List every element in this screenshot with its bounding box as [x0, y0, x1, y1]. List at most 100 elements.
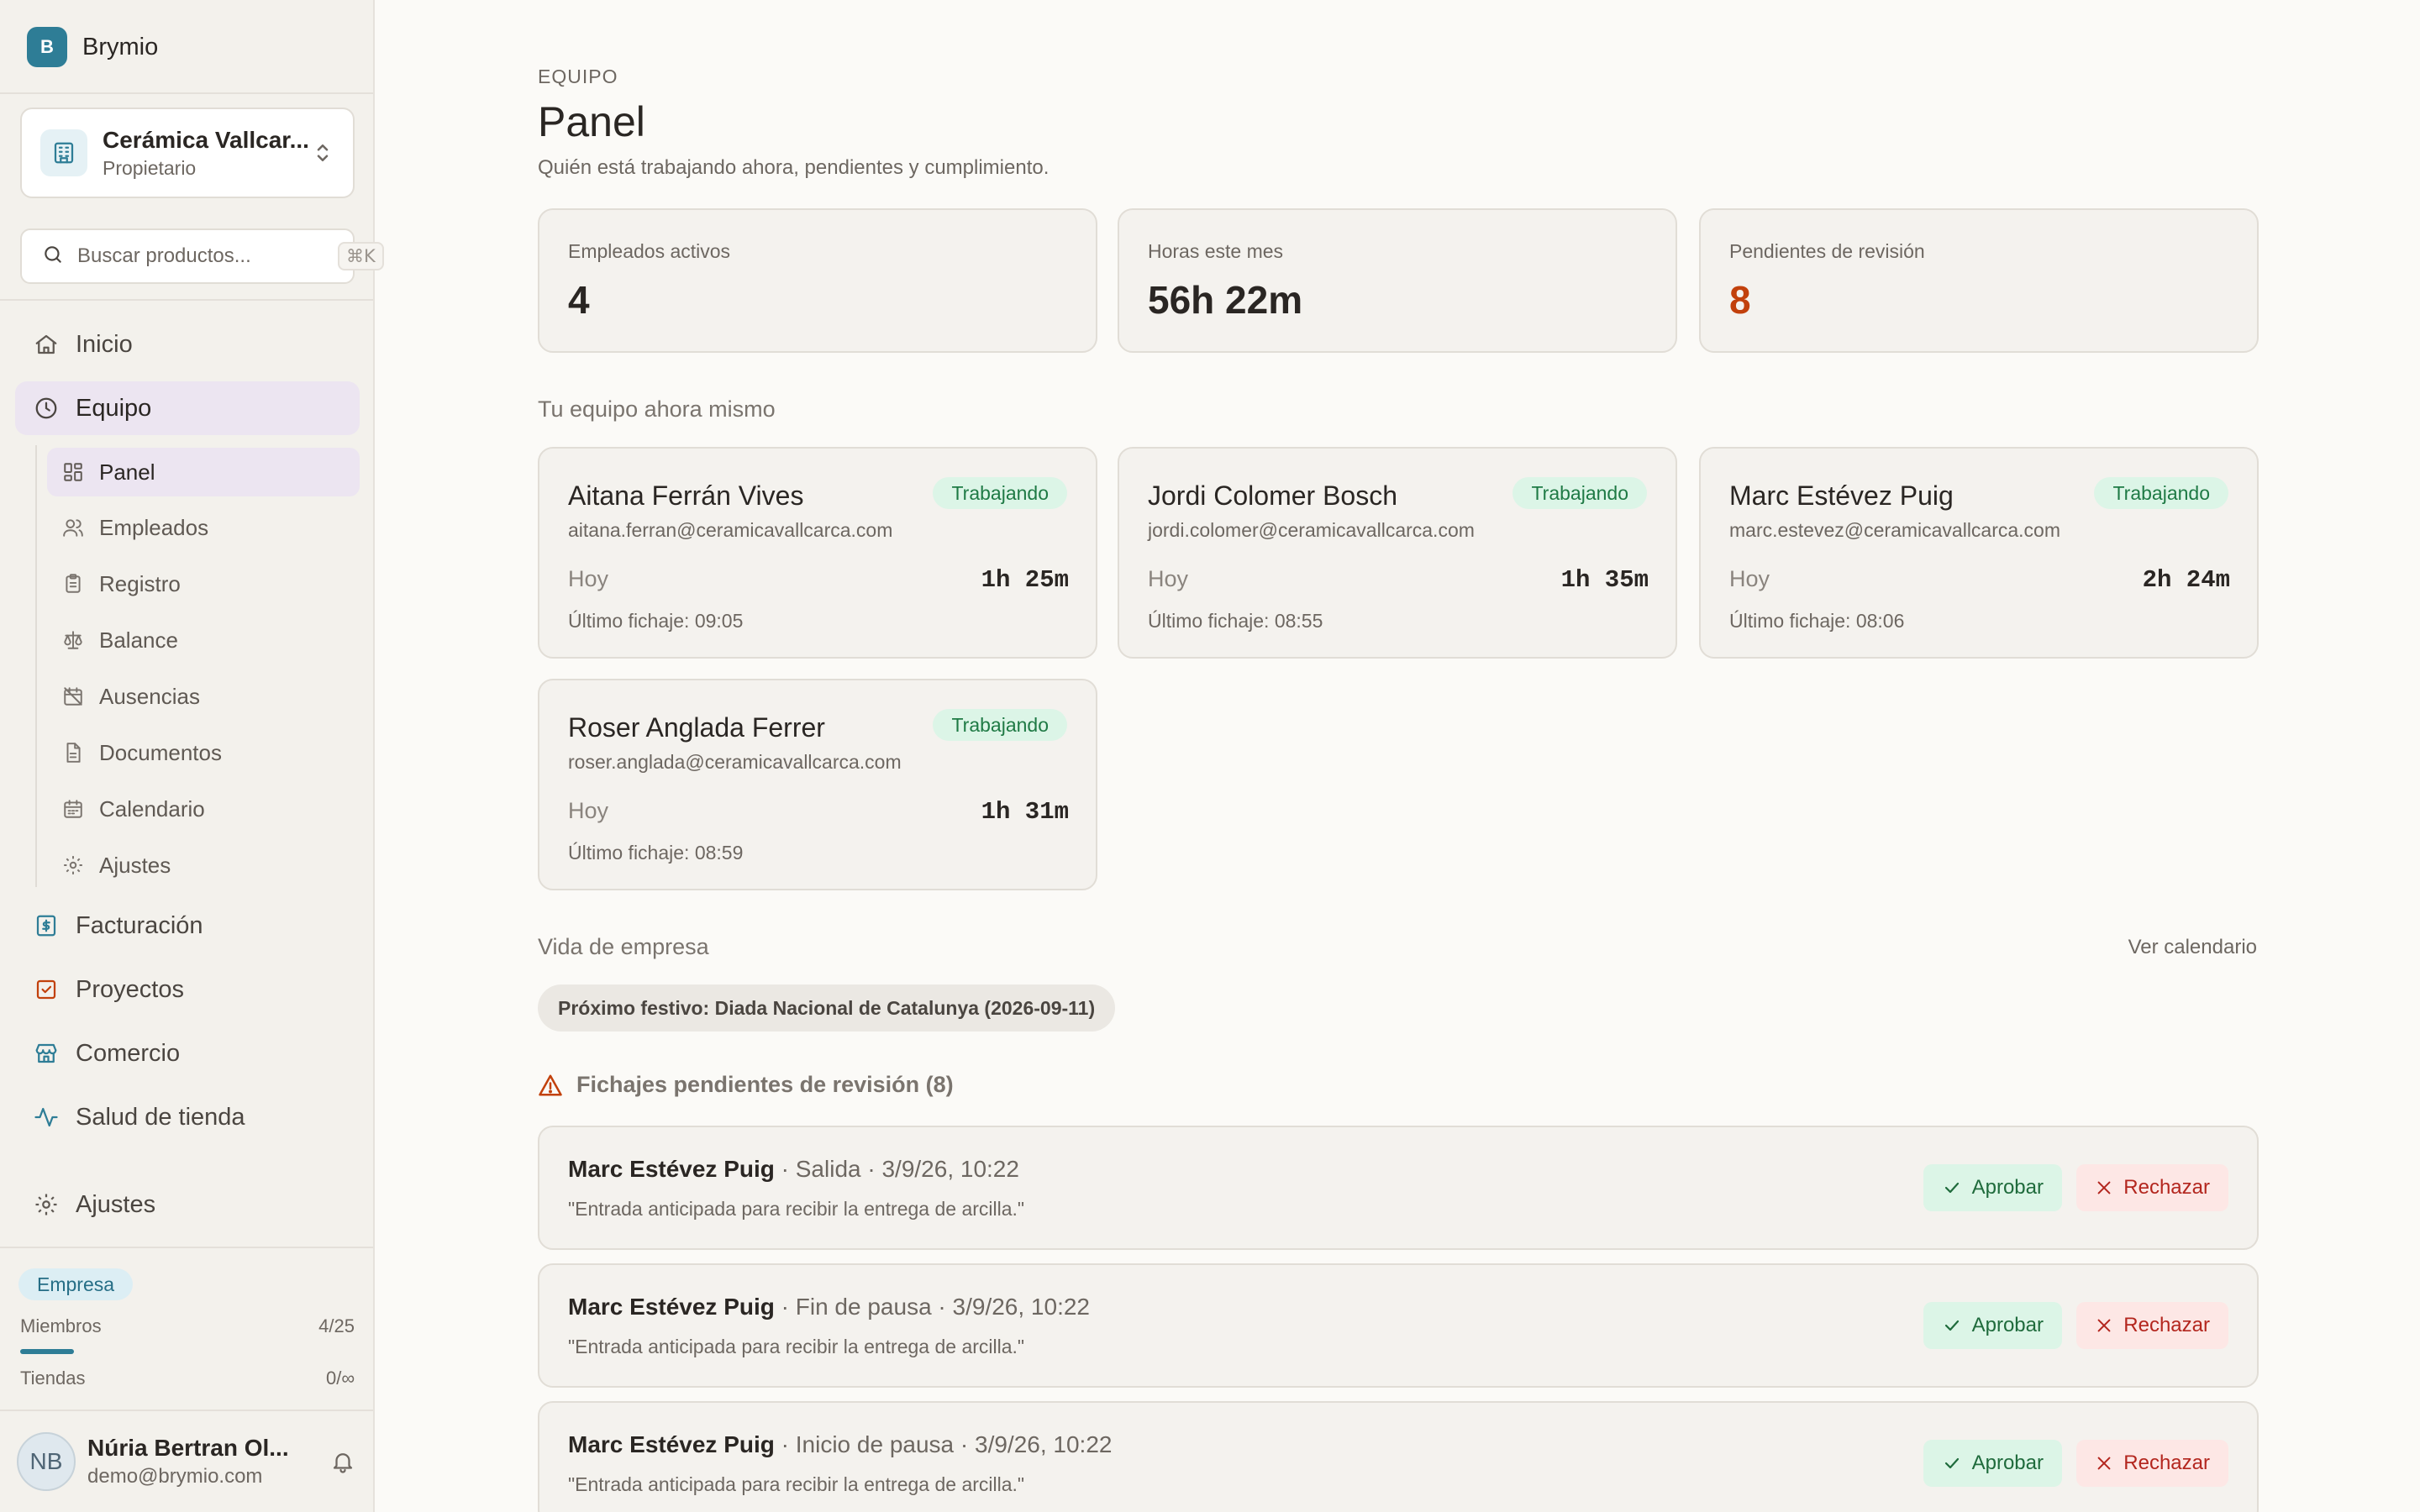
today-label: Hoy [1148, 566, 1189, 591]
calendar-icon [64, 800, 82, 818]
employee-name: Jordi Colomer Bosch [1148, 480, 1397, 511]
reject-label: Rechazar [2123, 1452, 2210, 1474]
clock-icon [35, 397, 57, 419]
reject-button[interactable]: Rechazar [2076, 1440, 2228, 1487]
divider [0, 1410, 373, 1411]
employee-card[interactable]: Jordi Colomer Bosch Trabajando jordi.col… [1118, 447, 1677, 659]
stat-empleados: Empleados activos 4 [538, 208, 1097, 353]
subnav-calendario-label: Calendario [99, 795, 205, 822]
subnav-documentos-label: Documentos [99, 739, 222, 765]
review-summary: Marc Estévez Puig · Salida · 3/9/26, 10:… [568, 1156, 1019, 1183]
bell-icon[interactable] [324, 1443, 361, 1480]
employee-name: Roser Anglada Ferrer [568, 712, 825, 743]
org-switcher[interactable]: Cerámica Vallcar... Propietario [20, 108, 355, 198]
subnav-empleados[interactable]: Empleados [47, 503, 360, 552]
chevrons-up-down-icon [311, 136, 334, 170]
divider [0, 1247, 373, 1248]
nav-equipo-label: Equipo [76, 394, 152, 422]
employee-card[interactable]: Aitana Ferrán Vives Trabajando aitana.fe… [538, 447, 1097, 659]
activity-icon [34, 1107, 58, 1127]
scale-icon [64, 631, 82, 649]
nav-inicio-label: Inicio [76, 330, 133, 358]
review-item: Marc Estévez Puig · Inicio de pausa · 3/… [538, 1401, 2259, 1512]
subnav-ajustes-label: Ajustes [99, 852, 171, 878]
subnav-balance[interactable]: Balance [47, 616, 360, 664]
subnav-ausencias[interactable]: Ausencias [47, 672, 360, 721]
subnav-documentos[interactable]: Documentos [47, 728, 360, 777]
employee-card[interactable]: Roser Anglada Ferrer Trabajando roser.an… [538, 679, 1097, 890]
status-badge: Trabajando [2094, 477, 2228, 509]
subnav-balance-label: Balance [99, 627, 178, 653]
employee-name: Marc Estévez Puig [1729, 480, 1954, 511]
subnav-panel[interactable]: Panel [47, 448, 360, 496]
usage-members-value: 4/25 [318, 1315, 355, 1336]
review-detail: · Fin de pausa · 3/9/26, 10:22 [774, 1294, 1091, 1320]
review-employee: Marc Estévez Puig [568, 1156, 775, 1182]
search-box[interactable]: ⌘K [20, 228, 384, 284]
reject-button[interactable]: Rechazar [2076, 1164, 2228, 1211]
warning-icon [539, 1074, 562, 1095]
search-icon [42, 244, 64, 270]
org-name: Cerámica Vallcar... [103, 126, 309, 153]
approve-button[interactable]: Aprobar [1923, 1164, 2062, 1211]
subnav-ajustes[interactable]: Ajustes [47, 841, 360, 890]
checkbox-icon [36, 979, 56, 1000]
pending-header: Fichajes pendientes de revisión (8) [538, 1072, 954, 1098]
building-icon [40, 129, 87, 176]
employee-card[interactable]: Marc Estévez Puig Trabajando marc.esteve… [1699, 447, 2259, 659]
reject-button[interactable]: Rechazar [2076, 1302, 2228, 1349]
nav-salud[interactable]: Salud de tienda [15, 1090, 360, 1144]
review-detail: · Inicio de pausa · 3/9/26, 10:22 [774, 1431, 1113, 1457]
review-summary: Marc Estévez Puig · Inicio de pausa · 3/… [568, 1431, 1112, 1458]
user-menu[interactable]: NB Núria Bertran Ol... demo@brymio.com [17, 1428, 361, 1495]
gear-icon [35, 1194, 57, 1215]
close-icon [2097, 1181, 2111, 1194]
approve-button[interactable]: Aprobar [1923, 1440, 2062, 1487]
nav-inicio[interactable]: Inicio [15, 318, 360, 371]
employee-name: Aitana Ferrán Vives [568, 480, 804, 511]
subnav-registro[interactable]: Registro [47, 559, 360, 608]
today-hours: 2h 24m [2142, 566, 2230, 594]
org-role: Propietario [103, 156, 197, 179]
nav-comercio[interactable]: Comercio [15, 1026, 360, 1080]
subnav-ausencias-label: Ausencias [99, 683, 200, 709]
nav-ajustes[interactable]: Ajustes [15, 1178, 360, 1231]
search-input[interactable] [77, 244, 338, 268]
approve-button[interactable]: Aprobar [1923, 1302, 2062, 1349]
subnav-calendario[interactable]: Calendario [47, 785, 360, 833]
check-icon [1944, 1182, 1959, 1194]
brand-name: Brymio [82, 33, 159, 60]
usage-stores: Tiendas 0/∞ [20, 1368, 355, 1389]
approve-label: Aprobar [1971, 1176, 2044, 1199]
nav-salud-label: Salud de tienda [76, 1103, 245, 1131]
approve-label: Aprobar [1971, 1452, 2044, 1474]
nav-equipo[interactable]: Equipo [15, 381, 360, 435]
status-badge: Trabajando [1512, 477, 1647, 509]
employee-email: jordi.colomer@ceramicavallcarca.com [1148, 519, 1475, 541]
divider [0, 92, 373, 94]
close-icon [2097, 1319, 2111, 1332]
reject-label: Rechazar [2123, 1314, 2210, 1336]
subnav-line [35, 445, 37, 887]
nav-facturacion[interactable]: Facturación [15, 899, 360, 953]
subnav-registro-label: Registro [99, 570, 181, 596]
employee-email: marc.estevez@ceramicavallcarca.com [1729, 519, 2061, 541]
user-name: Núria Bertran Ol... [87, 1435, 289, 1461]
calendar-off-icon [64, 687, 82, 706]
review-employee: Marc Estévez Puig [568, 1294, 775, 1320]
pending-title: Fichajes pendientes de revisión (8) [576, 1072, 954, 1097]
last-clock: Último fichaje: 08:06 [1729, 610, 1905, 632]
last-clock: Último fichaje: 09:05 [568, 610, 744, 632]
brand[interactable]: B Brymio [27, 27, 158, 67]
plan-badge: Empresa [18, 1268, 134, 1300]
stat-pendientes-label: Pendientes de revisión [1729, 240, 1925, 262]
status-badge: Trabajando [933, 477, 1067, 509]
usage-stores-value: 0/∞ [325, 1368, 355, 1389]
employee-email: aitana.ferran@ceramicavallcarca.com [568, 519, 893, 541]
nav-proyectos[interactable]: Proyectos [15, 963, 360, 1016]
usage-members-fill [20, 1349, 74, 1354]
calendar-link[interactable]: Ver calendario [2128, 936, 2257, 959]
stat-empleados-label: Empleados activos [568, 240, 731, 262]
page-subtitle: Quién está trabajando ahora, pendientes … [538, 156, 1050, 179]
last-clock: Último fichaje: 08:59 [568, 842, 744, 864]
